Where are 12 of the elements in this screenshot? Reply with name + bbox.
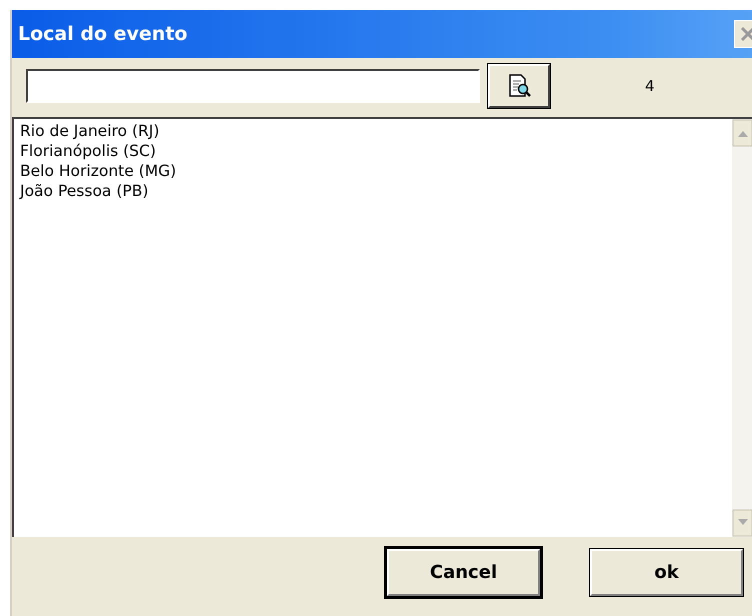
list-item[interactable]: João Pessoa (PB) [20, 181, 148, 201]
cancel-button[interactable]: Cancel [387, 549, 540, 596]
list-item[interactable]: Belo Horizonte (MG) [20, 161, 176, 181]
search-field[interactable] [26, 69, 480, 103]
search-button[interactable] [488, 64, 550, 108]
scrollbar[interactable] [732, 119, 752, 537]
list-item[interactable]: Rio de Janeiro (RJ) [20, 121, 160, 141]
results-list[interactable]: Rio de Janeiro (RJ) Florianópolis (SC) Belo Horizonte (MG) João Pessoa (PB) [14, 119, 732, 537]
result-count: 4 [645, 77, 655, 95]
ok-button[interactable]: ok [590, 549, 743, 596]
window-title: Local do evento [18, 23, 188, 45]
list-item[interactable]: Florianópolis (SC) [20, 141, 156, 161]
